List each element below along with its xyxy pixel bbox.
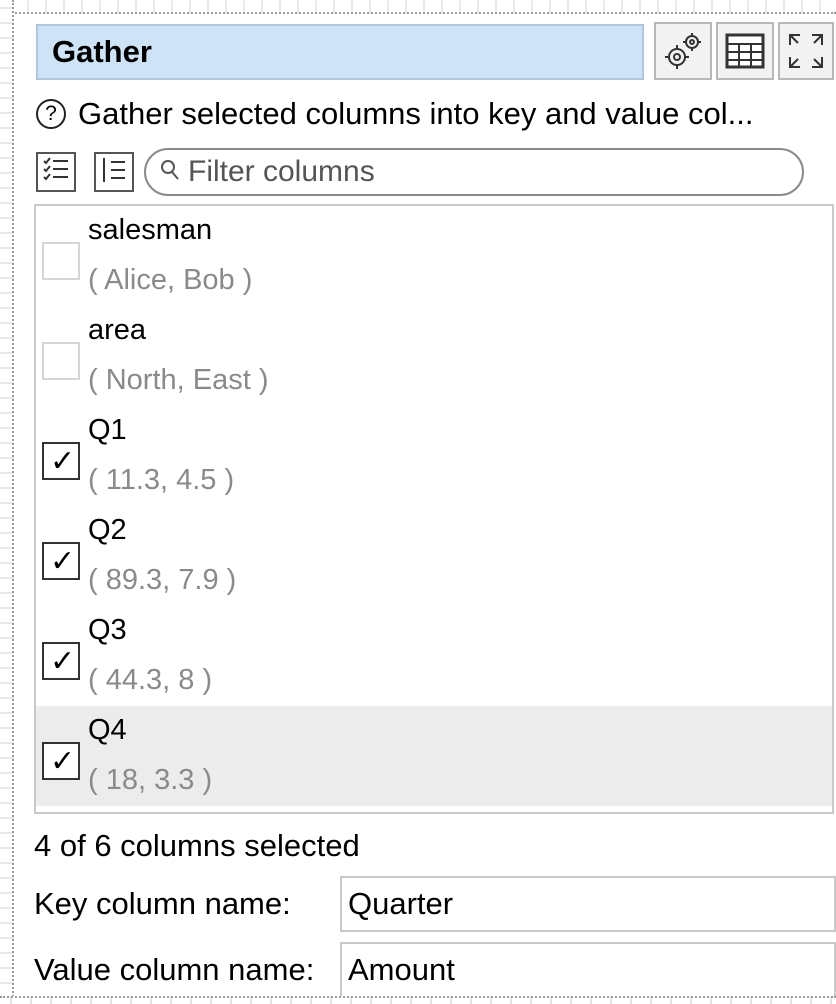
filter-box [144, 148, 804, 196]
torn-edge-left [0, 0, 14, 1004]
table-icon [725, 33, 765, 69]
column-name: salesman [88, 214, 213, 246]
value-column-input[interactable] [340, 942, 836, 998]
expand-button[interactable] [778, 22, 834, 80]
column-checkbox[interactable]: ✓ [42, 642, 80, 680]
column-sample-values: ( 11.3, 4.5 ) [88, 464, 235, 496]
key-column-row: Key column name: [34, 876, 836, 932]
filter-columns-input[interactable] [180, 154, 750, 190]
value-column-label: Value column name: [34, 952, 315, 987]
checklist-icon [41, 155, 71, 190]
select-none-button[interactable] [94, 152, 134, 192]
checkmark-icon: ✓ [50, 545, 76, 578]
column-name: area [88, 314, 147, 346]
torn-edge-bottom [0, 996, 836, 1004]
column-name: Q4 [88, 714, 127, 746]
column-checkbox[interactable]: ✓ [42, 742, 80, 780]
column-sample-values: ( North, East ) [88, 364, 269, 396]
selection-status: 4 of 6 columns selected [34, 828, 360, 863]
column-sample-values: ( 89.3, 7.9 ) [88, 564, 237, 596]
settings-button[interactable] [654, 22, 712, 80]
list-item[interactable]: ✓ Q4 ( 18, 3.3 ) [36, 706, 832, 806]
expand-icon [786, 31, 826, 71]
list-item[interactable]: salesman ( Alice, Bob ) [36, 206, 832, 306]
column-checkbox[interactable] [42, 342, 80, 380]
torn-edge-top [0, 0, 836, 14]
value-column-row: Value column name: [34, 942, 836, 998]
checkmark-icon: ✓ [50, 445, 76, 478]
transform-name-field[interactable]: Gather [36, 24, 644, 80]
list-item[interactable]: ✓ Q1 ( 11.3, 4.5 ) [36, 406, 832, 506]
gather-panel: Gather ? Gather selected columns into ke… [26, 14, 836, 998]
list-item[interactable]: ✓ Q3 ( 44.3, 8 ) [36, 606, 832, 706]
column-name: Q2 [88, 514, 127, 546]
select-all-button[interactable] [36, 152, 76, 192]
list-item[interactable]: ✓ Q2 ( 89.3, 7.9 ) [36, 506, 832, 606]
column-sample-values: ( 18, 3.3 ) [88, 764, 213, 796]
list-item[interactable]: area ( North, East ) [36, 306, 832, 406]
help-description: Gather selected columns into key and val… [78, 96, 754, 131]
list-icon [99, 155, 129, 190]
search-icon [160, 155, 180, 189]
checkmark-icon: ✓ [50, 745, 76, 778]
column-checkbox[interactable] [42, 242, 80, 280]
column-checkbox[interactable]: ✓ [42, 442, 80, 480]
gears-icon [663, 31, 703, 71]
checkmark-icon: ✓ [50, 645, 76, 678]
column-list: salesman ( Alice, Bob ) area ( North, Ea… [34, 204, 834, 814]
column-toolbar [36, 148, 804, 196]
help-row: ? Gather selected columns into key and v… [36, 94, 753, 134]
help-icon[interactable]: ? [36, 99, 66, 129]
column-checkbox[interactable]: ✓ [42, 542, 80, 580]
column-name: Q1 [88, 414, 127, 446]
table-view-button[interactable] [716, 22, 774, 80]
column-sample-values: ( Alice, Bob ) [88, 264, 253, 296]
key-column-label: Key column name: [34, 886, 291, 921]
column-sample-values: ( 44.3, 8 ) [88, 664, 213, 696]
column-name: Q3 [88, 614, 127, 646]
key-column-input[interactable] [340, 876, 836, 932]
